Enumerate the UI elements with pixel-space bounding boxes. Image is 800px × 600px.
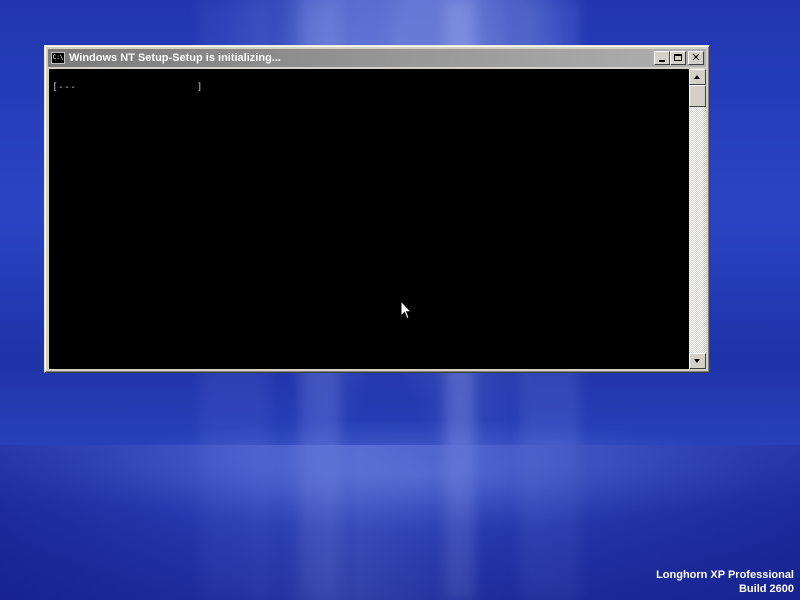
maximize-icon — [674, 54, 682, 61]
watermark-build: Build 2600 — [738, 583, 794, 595]
minimize-button[interactable] — [654, 51, 670, 65]
maximize-button[interactable] — [670, 51, 686, 65]
minimize-icon — [659, 60, 665, 62]
console-output[interactable]: [--- ] — [49, 69, 689, 369]
vertical-scrollbar[interactable] — [689, 69, 706, 369]
window-controls: ✕ — [654, 51, 704, 65]
window-titlebar[interactable]: C:\ Windows NT Setup-Setup is initializi… — [48, 49, 706, 67]
scrollbar-thumb[interactable] — [689, 85, 706, 107]
close-button[interactable]: ✕ — [688, 51, 704, 65]
build-watermark: Longhorn XP Professional Build 2600 — [656, 568, 794, 596]
close-icon: ✕ — [691, 51, 701, 64]
watermark-product: Longhorn XP Professional — [656, 569, 794, 581]
mouse-pointer-icon — [400, 300, 412, 320]
scroll-down-button[interactable] — [689, 353, 706, 369]
console-icon[interactable]: C:\ — [51, 52, 65, 64]
scroll-up-button[interactable] — [689, 69, 706, 85]
window-title: Windows NT Setup-Setup is initializing..… — [69, 52, 281, 64]
arrow-down-icon — [694, 359, 700, 363]
setup-console-window[interactable]: C:\ Windows NT Setup-Setup is initializi… — [44, 45, 710, 373]
desktop-background: C:\ Windows NT Setup-Setup is initializi… — [0, 0, 800, 600]
setup-progress-text: [--- ] — [52, 82, 203, 93]
arrow-up-icon — [694, 75, 700, 79]
